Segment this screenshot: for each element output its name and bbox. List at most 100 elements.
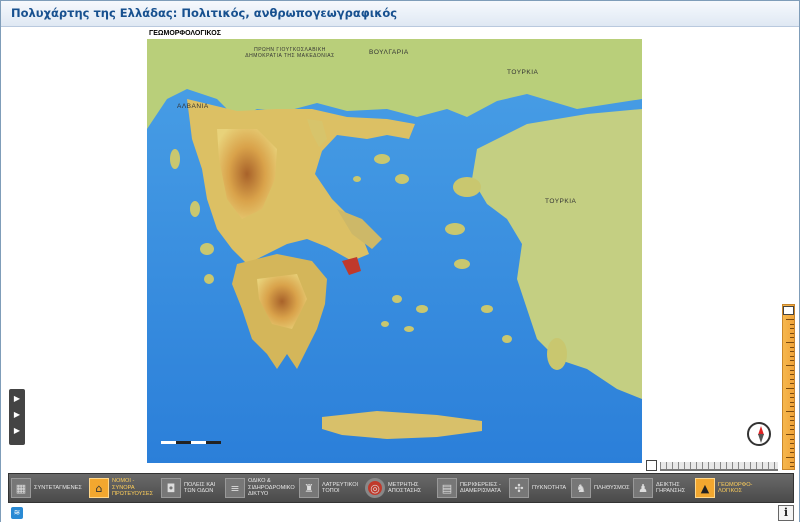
ruler-tick [790, 452, 794, 454]
ruler-tick [790, 328, 794, 330]
dodecanese-island [481, 305, 493, 313]
slider-track[interactable] [660, 462, 778, 471]
turkey-label: ΤΟΥΡΚΙΑ [545, 198, 577, 205]
ruler-tick [786, 365, 794, 366]
ruler-tick [786, 342, 794, 343]
cities-icon: ◘ [161, 478, 181, 498]
arrow-right-icon: ▶ [13, 410, 21, 419]
ruler-tick [790, 466, 794, 468]
toolbar-item-label: ΓΕΩΜΟΡΦΟ-ΛΟΓΙΚΟΣ [718, 481, 753, 495]
info-button[interactable]: i [778, 505, 794, 521]
ruler-tick [790, 332, 794, 334]
zakynthos-island [204, 274, 214, 284]
regions-icon: ▤ [437, 478, 457, 498]
density-icon: ✣ [509, 478, 529, 498]
scale-bar-segment [191, 441, 206, 444]
distance-meter-icon: ◎ [365, 478, 385, 498]
geomorphology-icon: ▲ [695, 478, 715, 498]
compass-icon[interactable] [747, 422, 771, 446]
toolbar-item-worship[interactable]: ♜ ΛΑΤΡΕΥΤΙΚΟΙ ΤΟΠΟΙ [297, 474, 363, 502]
thasos-island [374, 154, 390, 164]
samos-island [454, 259, 470, 269]
map-svg [147, 39, 642, 463]
ruler-tick [790, 378, 794, 380]
albania-label: ΑΛΒΑΝΙΑ [177, 103, 209, 110]
bulgaria-label: ΒΟΥΛΓΑΡΙΑ [369, 49, 409, 56]
chios-island [445, 223, 465, 235]
ruler-tick [790, 461, 794, 463]
roads-icon: ≡ [225, 478, 245, 498]
ruler-tick [786, 434, 794, 435]
toolbar-item-population[interactable]: ♞ ΠΛΗΘΥΣΜΟΣ [569, 474, 631, 502]
app-window: Πολυχάρτης της Ελλάδας: Πολιτικός, ανθρω… [0, 0, 800, 522]
toolbar-item-geomorph[interactable]: ▲ ΓΕΩΜΟΡΦΟ-ΛΟΓΙΚΟΣ [693, 474, 753, 502]
compass-needle-south [758, 434, 764, 443]
toolbar-item-label: ΛΑΤΡΕΥΤΙΚΟΙ ΤΟΠΟΙ [322, 481, 359, 495]
ruler-tick [790, 401, 794, 403]
rhodes-island [547, 338, 567, 370]
zoom-handle[interactable] [783, 306, 794, 315]
map-view[interactable]: ΠΡΩΗΝ ΓΙΟΥΓΚΟΣΛΑΒΙΚΗ ΔΗΜΟΚΡΑΤΙΑ ΤΗΣ ΜΑΚΕ… [147, 39, 642, 463]
ruler-tick [790, 429, 794, 431]
title-bar: Πολυχάρτης της Ελλάδας: Πολιτικός, ανθρω… [1, 1, 799, 27]
ruler-tick [790, 346, 794, 348]
population-icon: ♞ [571, 478, 591, 498]
toolbar-item-regions[interactable]: ▤ ΠΕΡΙΦΕΡΕΙΕΣ - ΔΙΑΜΕΡΙΣΜΑΤΑ [435, 474, 507, 502]
cyclades-island [392, 295, 402, 303]
map-caption: ΓΕΩΜΟΡΦΟΛΟΓΙΚΟΣ [149, 30, 221, 37]
toolbar-item-density[interactable]: ✣ ΠΥΚΝΟΤΗΤΑ [507, 474, 569, 502]
ruler-tick [786, 388, 794, 389]
turkey-north-label: ΤΟΥΡΚΙΑ [507, 69, 539, 76]
corfu-island [170, 149, 180, 169]
horizontal-slider[interactable] [646, 460, 779, 471]
ruler-tick [790, 443, 794, 445]
window-title: Πολυχάρτης της Ελλάδας: Πολιτικός, ανθρω… [11, 6, 398, 20]
lefkada-island [190, 201, 200, 217]
worship-icon: ♜ [299, 478, 319, 498]
toolbar-item-label: ΠΕΡΙΦΕΡΕΙΕΣ - ΔΙΑΜΕΡΙΣΜΑΤΑ [460, 481, 501, 495]
arrow-right-icon: ▶ [13, 426, 21, 435]
ruler-tick [790, 397, 794, 399]
toolbar-item-roads[interactable]: ≡ ΟΔΙΚΟ & ΣΙΔΗΡΟΔΡΟΜΙΚΟ ΔΙΚΤΥΟ [223, 474, 297, 502]
toolbar-item-label: ΔΕΙΚΤΗΣ ΓΗΡΑΝΣΗΣ [656, 481, 686, 495]
toolbar-item-label: ΣΥΝΤΕΤΑΓΜΕΝΕΣ [34, 484, 82, 491]
ruler-tick [786, 411, 794, 412]
toolbar-item-aging[interactable]: ♟ ΔΕΙΚΤΗΣ ΓΗΡΑΝΣΗΣ [631, 474, 693, 502]
ruler-tick [790, 447, 794, 449]
ruler-tick [790, 323, 794, 325]
ruler-tick [790, 374, 794, 376]
ruler-tick [790, 415, 794, 417]
fyrom-label: ΠΡΩΗΝ ΓΙΟΥΓΚΟΣΛΑΒΙΚΗ ΔΗΜΟΚΡΑΤΙΑ ΤΗΣ ΜΑΚΕ… [245, 47, 335, 59]
cyclades-island [381, 321, 389, 327]
cyclades-island [404, 326, 414, 332]
ruler-tick [790, 360, 794, 362]
side-panel-toggle[interactable]: ▶ ▶ ▶ [9, 389, 25, 445]
toolbar-item-coords[interactable]: ▦ ΣΥΝΤΕΤΑΓΜΕΝΕΣ [9, 474, 87, 502]
prefectures-icon: ⌂ [89, 478, 109, 498]
toolbar-item-label: ΠΛΗΘΥΣΜΟΣ [594, 484, 630, 491]
status-bar: ≋ i [1, 504, 799, 522]
toolbar-item-label: ΜΕΤΡΗΤΗΣ ΑΠΟΣΤΑΣΗΣ [388, 481, 422, 495]
toolbar-item-cities[interactable]: ◘ ΠΟΛΕΙΣ ΚΑΙ ΤΩΝ ΟΔΩΝ [159, 474, 223, 502]
arrow-right-icon: ▶ [13, 394, 21, 403]
toolbar-item-label: ΠΥΚΝΟΤΗΤΑ [532, 484, 567, 491]
toolbar-item-label: ΟΔΙΚΟ & ΣΙΔΗΡΟΔΡΟΜΙΚΟ ΔΙΚΤΥΟ [248, 478, 295, 498]
layer-toolbar: ▦ ΣΥΝΤΕΤΑΓΜΕΝΕΣ ⌂ ΝΟΜΟΙ - ΣΥΝΟΡΑ ΠΡΩΤΕΥΟΥΣΕ… [8, 473, 794, 503]
zoom-ruler[interactable] [782, 304, 795, 470]
grid-icon: ▦ [11, 478, 31, 498]
ruler-tick [790, 351, 794, 353]
toolbar-item-label: ΠΟΛΕΙΣ ΚΑΙ ΤΩΝ ΟΔΩΝ [184, 481, 216, 495]
cyclades-island [416, 305, 428, 313]
toolbar-item-distance[interactable]: ◎ ΜΕΤΡΗΤΗΣ ΑΠΟΣΤΑΣΗΣ [363, 474, 435, 502]
ruler-tick [790, 420, 794, 422]
app-logo-icon[interactable]: ≋ [11, 507, 23, 519]
dodecanese-island [502, 335, 512, 343]
ruler-tick [790, 438, 794, 440]
home-icon[interactable] [646, 460, 657, 471]
ruler-tick [790, 392, 794, 394]
ruler-tick [790, 337, 794, 339]
kefalonia-island [200, 243, 214, 255]
toolbar-item-prefectures[interactable]: ⌂ ΝΟΜΟΙ - ΣΥΝΟΡΑ ΠΡΩΤΕΥΟΥΣΕΣ [87, 474, 159, 502]
ruler-tick [786, 457, 794, 458]
limnos-island [395, 174, 409, 184]
